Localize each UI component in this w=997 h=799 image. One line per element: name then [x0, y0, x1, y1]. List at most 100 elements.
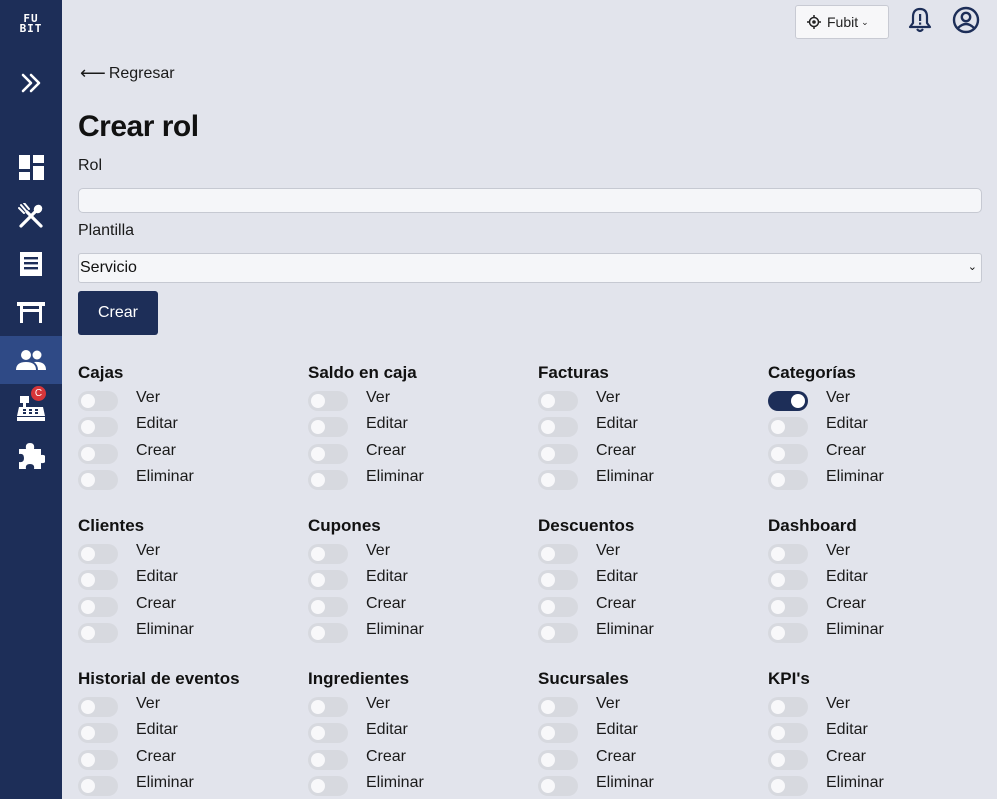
create-button[interactable]: Crear: [78, 291, 158, 335]
toggle-knob: [81, 599, 95, 614]
permission-toggle[interactable]: [78, 623, 118, 644]
permission-row: Eliminar: [538, 466, 758, 492]
permission-toggle[interactable]: [78, 697, 118, 717]
permission-toggle[interactable]: [768, 623, 808, 644]
permission-toggle[interactable]: [308, 544, 348, 564]
permission-row: Ver: [78, 387, 298, 413]
permission-toggle[interactable]: [308, 776, 348, 797]
sidebar-item-cashier[interactable]: C: [0, 384, 62, 432]
toggle-knob: [771, 779, 785, 794]
permission-toggle[interactable]: [768, 596, 808, 617]
permission-toggle[interactable]: [538, 697, 578, 717]
permission-toggle[interactable]: [538, 417, 578, 438]
toggle-knob: [311, 394, 325, 408]
template-select[interactable]: Servicio ⌄: [78, 253, 982, 283]
permission-toggle[interactable]: [78, 596, 118, 617]
toggle-knob: [541, 573, 555, 588]
permission-toggle[interactable]: [768, 470, 808, 491]
toggle-knob: [541, 726, 555, 741]
permission-group: Dashboard Ver Editar Crear Eliminar: [768, 516, 988, 646]
permission-toggle[interactable]: [768, 570, 808, 591]
permission-label: Eliminar: [826, 468, 884, 486]
permission-toggle[interactable]: [768, 776, 808, 797]
permission-toggle[interactable]: [78, 443, 118, 464]
permission-toggle[interactable]: [308, 443, 348, 464]
sidebar-item-plugins[interactable]: [0, 432, 62, 480]
sidebar-item-orders[interactable]: [0, 240, 62, 288]
permission-label: Eliminar: [366, 621, 424, 639]
permission-toggle[interactable]: [538, 570, 578, 591]
sidebar-item-dashboard[interactable]: [0, 143, 62, 191]
permission-label: Editar: [826, 721, 868, 739]
permission-toggle[interactable]: [308, 697, 348, 717]
permission-toggle[interactable]: [538, 470, 578, 491]
permission-toggle[interactable]: [768, 723, 808, 744]
back-link[interactable]: ⟵ Regresar: [80, 63, 175, 84]
permission-toggle[interactable]: [538, 776, 578, 797]
permission-label: Crear: [596, 747, 637, 765]
permission-row: Eliminar: [308, 466, 528, 492]
permission-label: Editar: [826, 568, 868, 586]
permission-toggle[interactable]: [538, 723, 578, 744]
permission-toggle[interactable]: [538, 544, 578, 564]
permission-toggle[interactable]: [78, 776, 118, 797]
permission-toggle[interactable]: [768, 417, 808, 438]
permission-row: Ver: [538, 540, 758, 566]
permission-toggle[interactable]: [308, 570, 348, 591]
permission-toggle[interactable]: [78, 749, 118, 770]
notifications-button[interactable]: [906, 6, 934, 34]
permission-toggle[interactable]: [78, 570, 118, 591]
permission-row: Eliminar: [538, 772, 758, 798]
permission-row: Crear: [538, 746, 758, 772]
permission-toggle[interactable]: [768, 391, 808, 411]
chevron-down-icon: ⌄: [861, 16, 869, 27]
permission-toggle[interactable]: [768, 544, 808, 564]
permission-toggle[interactable]: [78, 470, 118, 491]
permission-group-title: Saldo en caja: [308, 363, 417, 382]
permission-toggle[interactable]: [308, 596, 348, 617]
permission-toggle[interactable]: [538, 749, 578, 770]
bell-alert-icon: [908, 7, 932, 33]
permission-toggle[interactable]: [538, 443, 578, 464]
permission-toggle[interactable]: [538, 391, 578, 411]
double-chevron-right-icon: [21, 73, 41, 93]
permission-toggle[interactable]: [538, 623, 578, 644]
toggle-knob: [81, 700, 95, 714]
permission-row: Crear: [768, 440, 988, 466]
permission-label: Editar: [366, 568, 408, 586]
template-select-value: Servicio: [80, 259, 137, 276]
role-input[interactable]: [78, 188, 982, 213]
permission-group: Saldo en caja Ver Editar Crear Eliminar: [308, 363, 528, 493]
permission-toggle[interactable]: [308, 749, 348, 770]
permission-toggle[interactable]: [78, 723, 118, 744]
toggle-knob: [541, 779, 555, 794]
toggle-knob: [771, 420, 785, 435]
fubit-logo[interactable]: FU BIT: [0, 13, 62, 34]
permission-toggle[interactable]: [308, 470, 348, 491]
user-profile-button[interactable]: [952, 6, 980, 34]
permission-toggle[interactable]: [78, 391, 118, 411]
permission-label: Ver: [136, 695, 161, 712]
permission-toggle[interactable]: [308, 723, 348, 744]
toggle-knob: [311, 752, 325, 767]
user-circle-icon: [952, 6, 980, 34]
permission-toggle[interactable]: [768, 443, 808, 464]
sidebar-item-tables[interactable]: [0, 288, 62, 336]
toggle-knob: [541, 752, 555, 767]
branch-selector[interactable]: Fubit ⌄: [795, 5, 889, 39]
permission-toggle[interactable]: [768, 697, 808, 717]
permission-toggle[interactable]: [308, 391, 348, 411]
permission-toggle[interactable]: [78, 544, 118, 564]
sidebar-item-menu[interactable]: [0, 192, 62, 240]
toggle-knob: [311, 420, 325, 435]
sidebar-expand-button[interactable]: [0, 59, 62, 107]
permission-toggle[interactable]: [78, 417, 118, 438]
permission-toggle[interactable]: [768, 749, 808, 770]
permission-label: Crear: [136, 594, 177, 612]
permission-group-title: Descuentos: [538, 516, 635, 535]
permission-toggle[interactable]: [308, 417, 348, 438]
sidebar-item-users[interactable]: [0, 336, 62, 384]
permission-row: Editar: [768, 719, 988, 745]
permission-toggle[interactable]: [308, 623, 348, 644]
permission-toggle[interactable]: [538, 596, 578, 617]
